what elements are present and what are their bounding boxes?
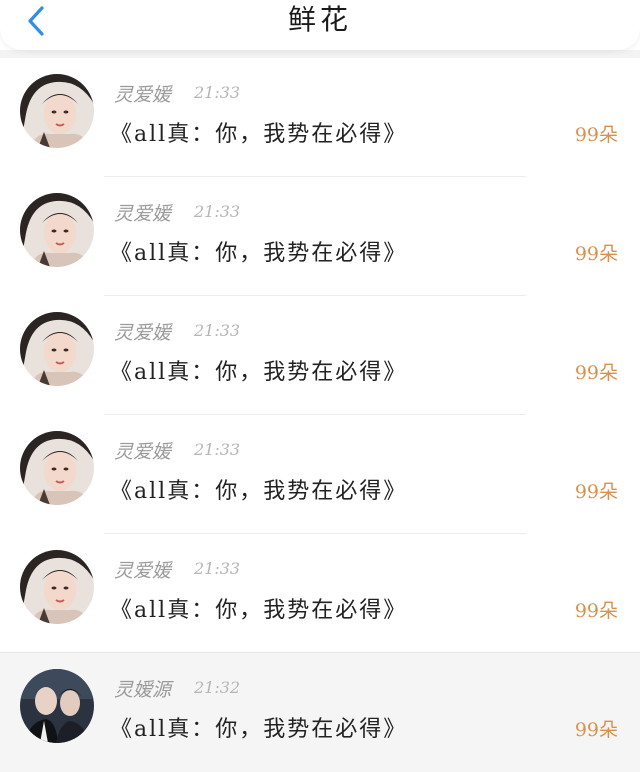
flower-count: 99朵 [574,600,618,622]
message-text: 《all真：你，我势在必得》 [110,122,408,147]
list-item[interactable]: 灵爱媛 21:33 《all真：你，我势在必得》 99朵 [0,296,640,415]
avatar[interactable] [20,550,94,624]
message-text: 《all真：你，我势在必得》 [110,717,408,742]
flower-count: 99朵 [574,362,618,384]
list-item[interactable]: 灵爱媛 21:33 《all真：你，我势在必得》 99朵 [0,177,640,296]
sender-name: 灵爱媛 [114,84,172,106]
list-item[interactable]: 灵爱媛 21:33 《all真：你，我势在必得》 99朵 [0,415,640,534]
sender-name: 灵嫒源 [114,679,172,701]
sender-name: 灵爱媛 [114,322,172,344]
list-item[interactable]: 灵嫒源 21:32 《all真：你，我势在必得》 99朵 [0,653,640,772]
message-text: 《all真：你，我势在必得》 [110,479,408,504]
flower-count: 99朵 [574,719,618,741]
avatar[interactable] [20,193,94,267]
flower-count: 99朵 [574,243,618,265]
header-bar: 鲜花 [0,0,640,50]
sender-name: 灵爱媛 [114,203,172,225]
avatar[interactable] [20,74,94,148]
message-text: 《all真：你，我势在必得》 [110,241,408,266]
timestamp: 21:33 [194,440,241,459]
timestamp: 21:33 [194,321,241,340]
list-item[interactable]: 灵爱媛 21:33 《all真：你，我势在必得》 99朵 [0,534,640,653]
timestamp: 21:33 [194,559,241,578]
avatar[interactable] [20,431,94,505]
flower-list: 灵爱媛 21:33 《all真：你，我势在必得》 99朵 灵爱媛 21:33 《… [0,58,640,772]
page-title: 鲜花 [287,3,352,36]
list-item[interactable]: 灵爱媛 21:33 《all真：你，我势在必得》 99朵 [0,58,640,177]
flower-count: 99朵 [574,481,618,503]
message-text: 《all真：你，我势在必得》 [110,360,408,385]
avatar[interactable] [20,312,94,386]
message-text: 《all真：你，我势在必得》 [110,598,408,623]
timestamp: 21:33 [194,202,241,221]
header-gap [0,50,640,58]
avatar[interactable] [20,669,94,743]
timestamp: 21:32 [194,678,241,697]
timestamp: 21:33 [194,83,241,102]
sender-name: 灵爱媛 [114,560,172,582]
sender-name: 灵爱媛 [114,441,172,463]
flower-count: 99朵 [574,124,618,146]
